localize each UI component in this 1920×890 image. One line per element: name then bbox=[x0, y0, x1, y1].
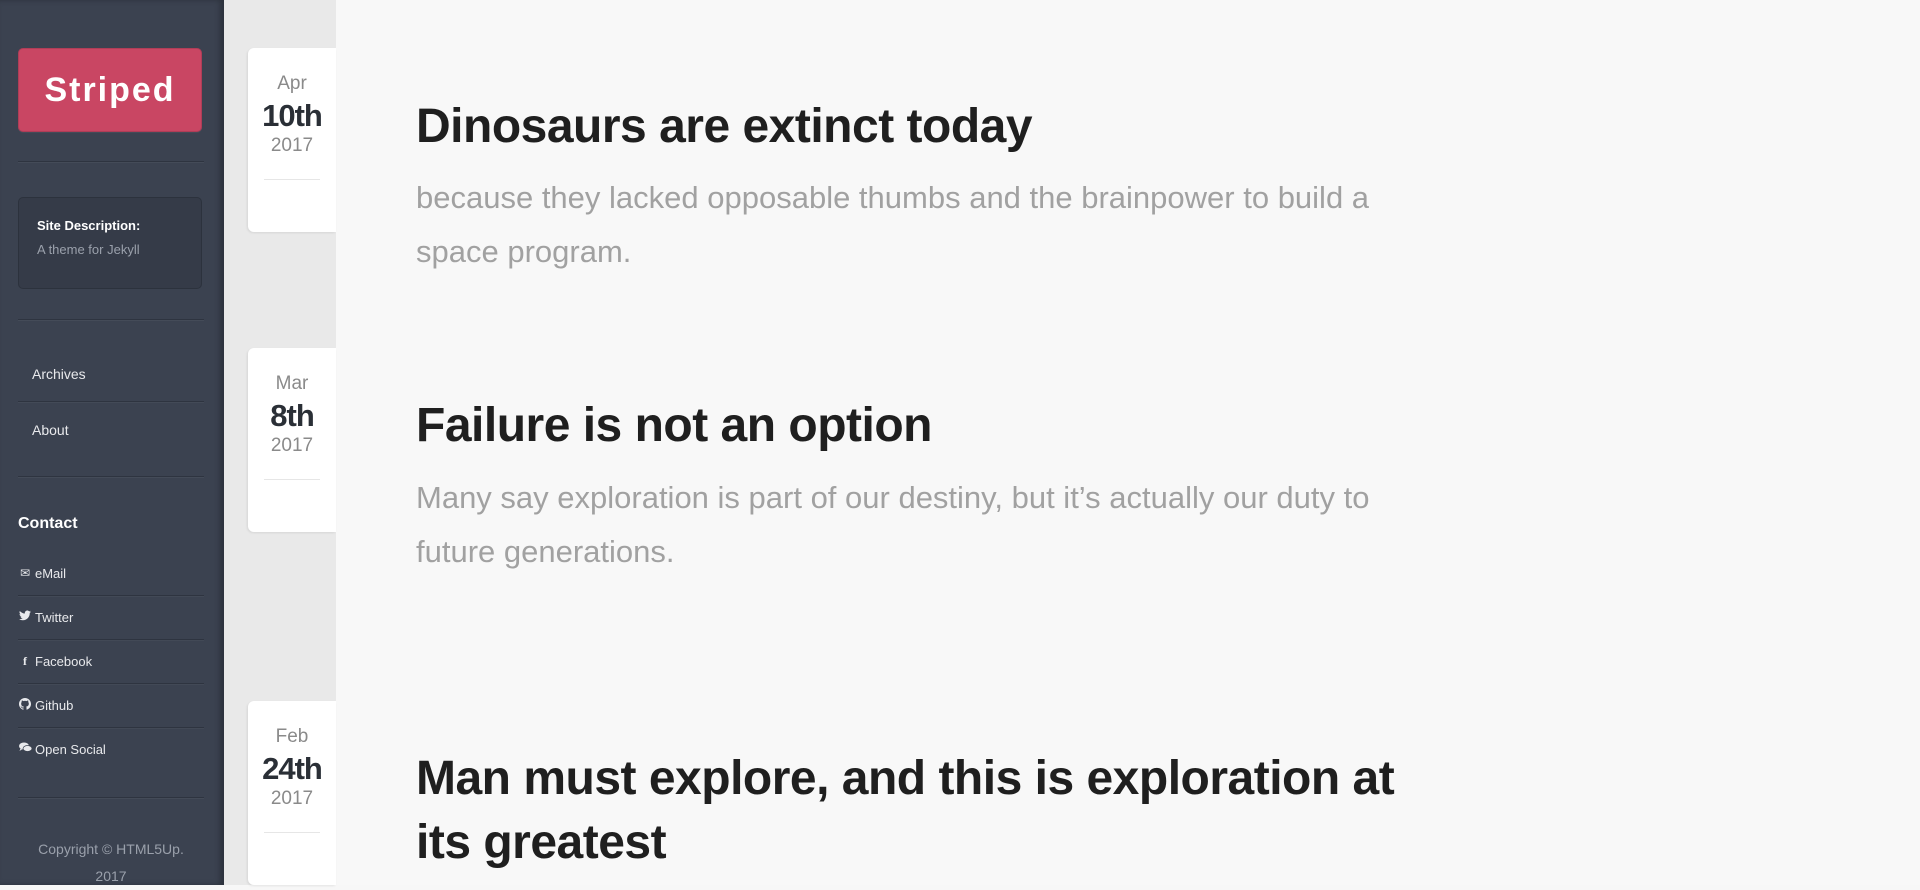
contact-heading: Contact bbox=[18, 515, 78, 532]
contact-label: eMail bbox=[35, 565, 67, 581]
sidebar-divider bbox=[18, 319, 204, 321]
contact-github-link[interactable]: Github bbox=[18, 683, 204, 727]
post-subtitle: because they lacked opposable thumbs and… bbox=[416, 180, 1370, 269]
sidebar: Striped Site Description: A theme for Je… bbox=[0, 0, 224, 885]
facebook-icon: f bbox=[23, 653, 27, 668]
sidebar-item-label: Archives bbox=[32, 365, 86, 382]
contact-twitter-link[interactable]: Twitter bbox=[18, 595, 204, 639]
site-description-text: A theme for Jekyll bbox=[37, 242, 140, 257]
contact-label: Github bbox=[35, 697, 74, 713]
date-divider bbox=[264, 479, 320, 480]
post-date-tab: Apr 10th 2017 bbox=[248, 48, 336, 232]
sidebar-divider bbox=[18, 161, 204, 163]
chat-bubbles-icon bbox=[18, 742, 32, 756]
contact-label: Twitter bbox=[35, 609, 74, 625]
envelope-icon: ✉ bbox=[19, 566, 31, 580]
post-date-day: 8th bbox=[270, 398, 315, 433]
date-divider bbox=[264, 179, 320, 180]
copyright-line: Copyright © HTML5Up. bbox=[38, 841, 184, 857]
contact-facebook-link[interactable]: f Facebook bbox=[18, 639, 204, 683]
date-divider bbox=[264, 832, 320, 833]
sidebar-item-archives[interactable]: Archives bbox=[18, 346, 204, 401]
post-date-tab: Mar 8th 2017 bbox=[248, 348, 336, 532]
sidebar-item-about[interactable]: About bbox=[18, 402, 204, 457]
post-date-year: 2017 bbox=[270, 788, 314, 809]
contact-label: Facebook bbox=[35, 653, 93, 669]
post-title[interactable]: Dinosaurs are extinct today bbox=[416, 95, 1033, 159]
site-description-title: Site Description: bbox=[37, 218, 141, 233]
sidebar-divider bbox=[18, 797, 204, 799]
contact-email-link[interactable]: ✉ eMail bbox=[18, 551, 204, 595]
site-description-box: Site Description: A theme for Jekyll bbox=[18, 197, 202, 289]
twitter-icon bbox=[18, 610, 32, 624]
post-subtitle: Many say exploration is part of our dest… bbox=[416, 480, 1370, 569]
sidebar-item-label: About bbox=[32, 421, 69, 438]
post-date-day: 24th bbox=[262, 751, 323, 786]
sidebar-divider bbox=[18, 476, 204, 478]
copyright-year: 2017 bbox=[95, 868, 127, 884]
post-date-month: Apr bbox=[277, 73, 307, 94]
post-date-month: Feb bbox=[275, 726, 309, 747]
site-logo[interactable]: Striped bbox=[18, 48, 202, 132]
contact-label: Open Social bbox=[35, 741, 106, 757]
github-icon bbox=[18, 697, 32, 713]
post-date-day: 10th bbox=[262, 98, 323, 133]
copyright-text: Copyright © HTML5Up. 2017 bbox=[18, 836, 204, 890]
post-title[interactable]: Man must explore, and this is exploratio… bbox=[416, 747, 1436, 875]
post-title[interactable]: Failure is not an option bbox=[416, 394, 933, 458]
post-date-month: Mar bbox=[275, 373, 309, 394]
post-date-year: 2017 bbox=[270, 135, 314, 156]
post-date-year: 2017 bbox=[270, 435, 314, 456]
post-date-tab: Feb 24th 2017 bbox=[248, 701, 336, 885]
contact-open-social-link[interactable]: Open Social bbox=[18, 727, 204, 771]
